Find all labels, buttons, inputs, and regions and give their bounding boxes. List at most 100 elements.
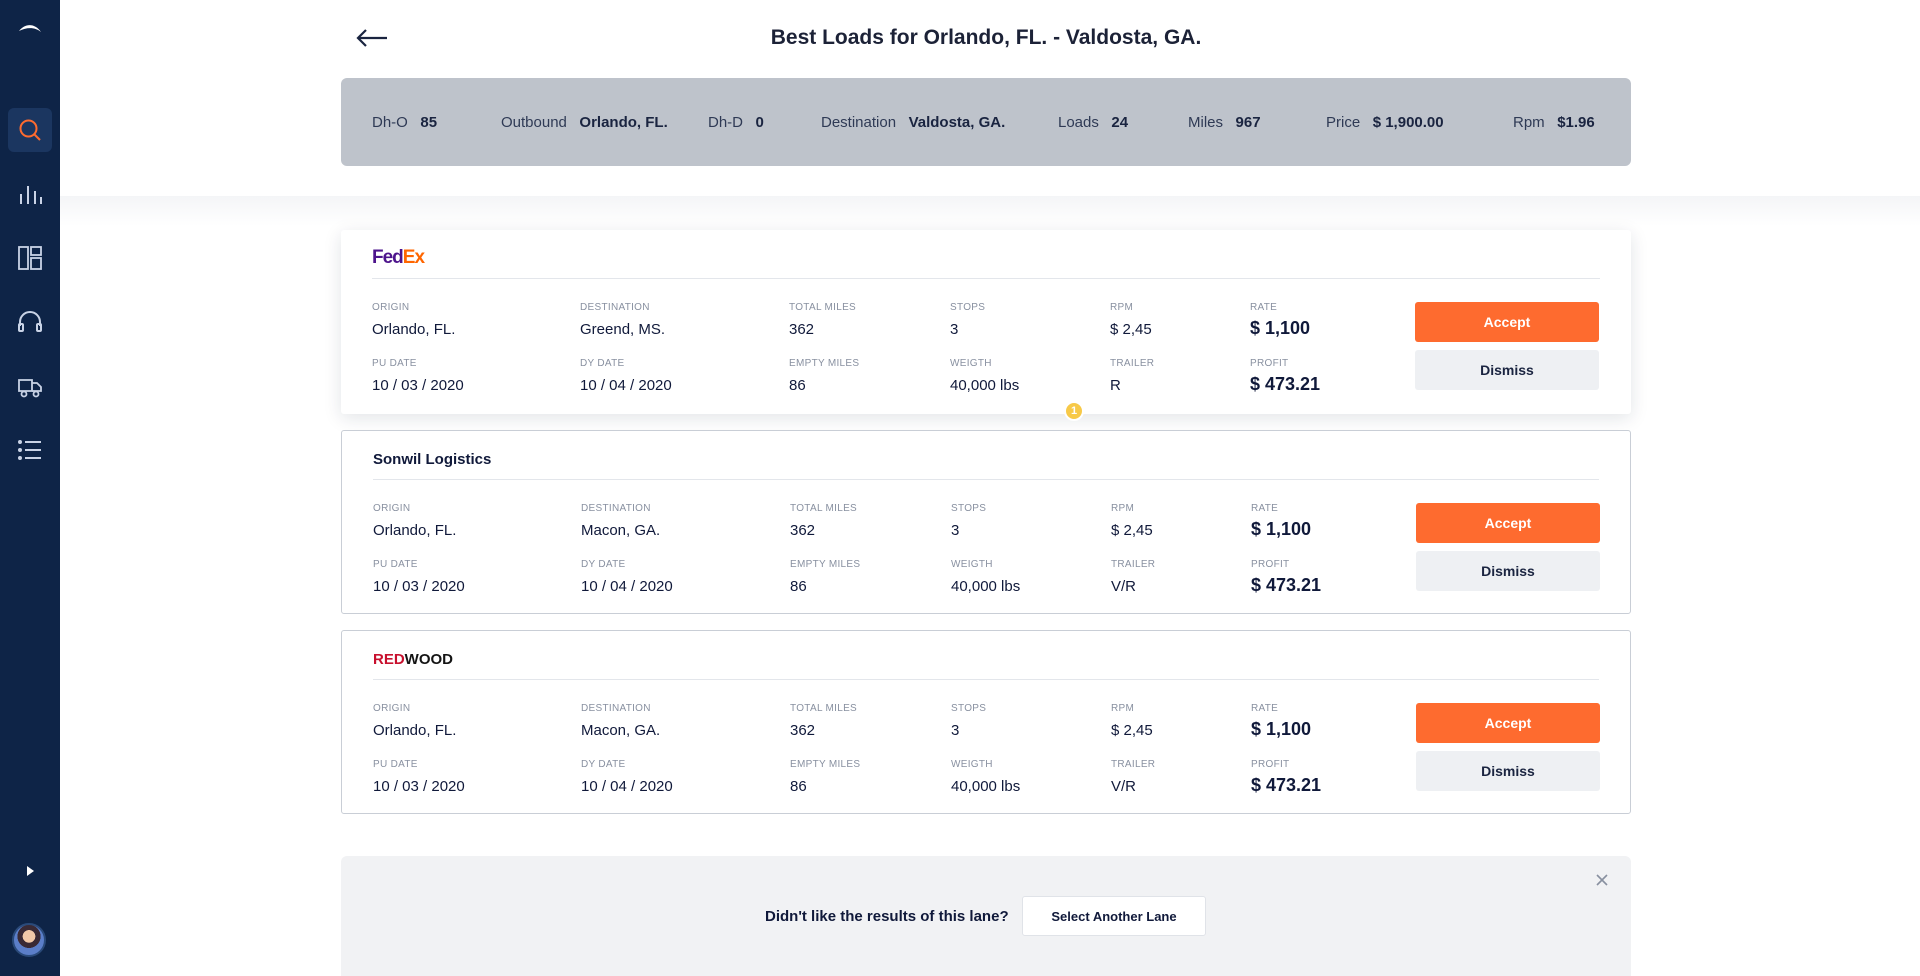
stops-value: 3 <box>951 522 960 539</box>
weigth-label: WEIGTH <box>951 759 993 770</box>
trailer-label: TRAILER <box>1111 759 1156 770</box>
destination-label: DESTINATION <box>581 703 651 714</box>
total-miles-label: TOTAL MILES <box>790 503 858 514</box>
empty-miles-value: 86 <box>789 377 806 394</box>
load-card[interactable]: Fed Ex ORIGIN Orlando, FL. DESTINATION Gr… <box>341 230 1631 414</box>
section-divider <box>60 196 1920 226</box>
profit-label: PROFIT <box>1250 358 1289 369</box>
summary-loads: Loads 24 <box>1058 114 1129 131</box>
origin-label: ORIGIN <box>373 503 411 514</box>
card-divider <box>373 679 1599 680</box>
summary-miles: Miles 967 <box>1188 114 1261 131</box>
destination-label: DESTINATION <box>580 302 650 313</box>
pu-date-label: PU DATE <box>373 559 418 570</box>
lane-summary-bar: Dh-O 85 Outbound Orlando, FL. Dh-D 0 Des… <box>341 78 1631 166</box>
dy-date-value: 10 / 04 / 2020 <box>581 778 673 795</box>
rate-label: RATE <box>1251 703 1279 714</box>
list-icon[interactable] <box>8 428 52 472</box>
destination-label: DESTINATION <box>581 503 651 514</box>
company-logo: RED WOOD <box>373 650 453 668</box>
empty-miles-label: EMPTY MILES <box>790 559 861 570</box>
trailer-value: V/R <box>1111 778 1137 795</box>
weigth-label: WEIGTH <box>950 358 992 369</box>
card-divider <box>373 479 1599 480</box>
trailer-value: V/R <box>1111 578 1137 595</box>
summary-dh-o: Dh-O 85 <box>372 114 438 131</box>
profit-value: $ 473.21 <box>1250 374 1321 394</box>
dy-date-label: DY DATE <box>581 559 626 570</box>
accept-button[interactable]: Accept <box>1415 302 1599 342</box>
pu-date-value: 10 / 03 / 2020 <box>373 778 465 795</box>
dy-date-label: DY DATE <box>581 759 626 770</box>
rate-value: $ 1,100 <box>1250 318 1311 338</box>
page-title-prefix: Best Loads for <box>770 26 924 49</box>
rpm-value: $ 2,45 <box>1111 522 1153 539</box>
summary-rpm: Rpm $1.96 <box>1513 114 1595 131</box>
summary-outbound: Outbound Orlando, FL. <box>501 114 668 131</box>
search-icon[interactable] <box>8 108 52 152</box>
weigth-label: WEIGTH <box>951 559 993 570</box>
bar-chart-icon[interactable] <box>8 172 52 216</box>
rate-label: RATE <box>1251 503 1279 514</box>
destination-value: Macon, GA. <box>581 722 661 739</box>
empty-miles-label: EMPTY MILES <box>790 759 861 770</box>
weigth-value: 40,000 lbs <box>951 578 1021 595</box>
empty-miles-value: 86 <box>790 578 807 595</box>
expand-sidebar-icon[interactable] <box>8 849 52 893</box>
truck-icon[interactable] <box>8 364 52 408</box>
trailer-value: R <box>1110 377 1121 394</box>
dashboard-icon[interactable] <box>8 236 52 280</box>
profit-value: $ 473.21 <box>1251 775 1322 795</box>
trailer-label: TRAILER <box>1111 559 1156 570</box>
rate-label: RATE <box>1250 302 1278 313</box>
stops-value: 3 <box>950 321 959 338</box>
accept-button[interactable]: Accept <box>1416 703 1600 743</box>
close-icon[interactable] <box>1594 872 1610 888</box>
rpm-label: RPM <box>1111 703 1135 714</box>
origin-label: ORIGIN <box>372 302 410 313</box>
origin-value: Orlando, FL. <box>373 722 457 739</box>
stops-label: STOPS <box>951 703 987 714</box>
dy-date-value: 10 / 04 / 2020 <box>580 377 672 394</box>
destination-value: Greend, MS. <box>580 321 666 338</box>
rate-value: $ 1,100 <box>1251 519 1312 539</box>
select-another-lane-button[interactable]: Select Another Lane <box>1022 896 1206 936</box>
origin-label: ORIGIN <box>373 703 411 714</box>
load-card[interactable]: Sonwil Logistics ORIGIN Orlando, FL. DES… <box>341 430 1631 614</box>
notification-badge[interactable]: 1 <box>1064 401 1084 421</box>
company-logo: Fed Ex <box>372 247 425 268</box>
company-name: Sonwil Logistics <box>373 450 492 468</box>
trailer-label: TRAILER <box>1110 358 1155 369</box>
rate-value: $ 1,100 <box>1251 719 1312 739</box>
total-miles-label: TOTAL MILES <box>789 302 857 313</box>
summary-dh-d: Dh-D 0 <box>708 114 764 131</box>
summary-price: Price $ 1,900.00 <box>1326 114 1444 131</box>
stops-label: STOPS <box>950 302 986 313</box>
load-card[interactable]: RED WOOD ORIGIN Orlando, FL. DESTINATION … <box>341 630 1631 814</box>
pu-date-value: 10 / 03 / 2020 <box>372 377 464 394</box>
page-title: Best Loads for Orlando, FL. - Valdosta, … <box>0 26 1920 50</box>
weigth-value: 40,000 lbs <box>951 778 1021 795</box>
dismiss-button[interactable]: Dismiss <box>1416 751 1600 791</box>
avatar[interactable] <box>12 923 46 957</box>
empty-miles-label: EMPTY MILES <box>789 358 860 369</box>
profit-value: $ 473.21 <box>1251 575 1322 595</box>
accept-button[interactable]: Accept <box>1416 503 1600 543</box>
pu-date-value: 10 / 03 / 2020 <box>373 578 465 595</box>
dismiss-button[interactable]: Dismiss <box>1416 551 1600 591</box>
dy-date-label: DY DATE <box>580 358 625 369</box>
headset-icon[interactable] <box>8 300 52 344</box>
footer-question: Didn't like the results of this lane? <box>765 908 1009 925</box>
empty-miles-value: 86 <box>790 778 807 795</box>
total-miles-value: 362 <box>790 722 816 739</box>
profit-label: PROFIT <box>1251 759 1290 770</box>
origin-value: Orlando, FL. <box>373 522 457 539</box>
dismiss-button[interactable]: Dismiss <box>1415 350 1599 390</box>
stops-value: 3 <box>951 722 960 739</box>
origin-value: Orlando, FL. <box>372 321 456 338</box>
total-miles-value: 362 <box>790 522 816 539</box>
stops-label: STOPS <box>951 503 987 514</box>
pu-date-label: PU DATE <box>373 759 418 770</box>
summary-destination: Destination Valdosta, GA. <box>821 114 1006 131</box>
rpm-value: $ 2,45 <box>1111 722 1153 739</box>
